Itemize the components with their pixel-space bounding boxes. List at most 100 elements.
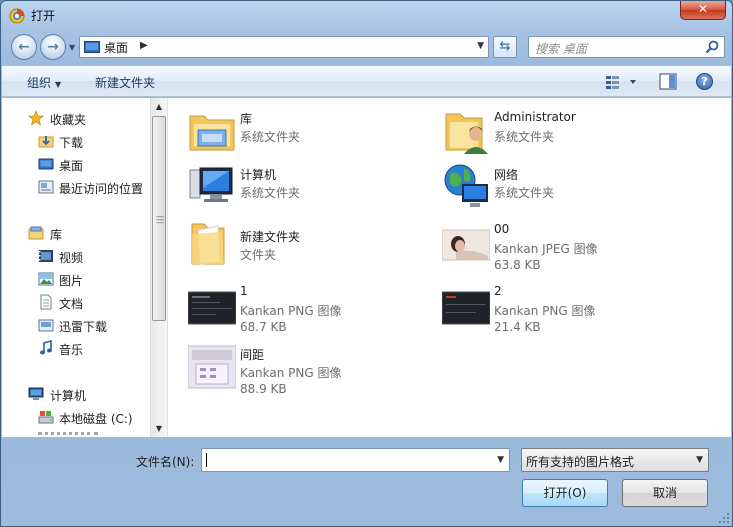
preview-pane-icon[interactable]: [659, 73, 677, 90]
drive-icon: [38, 411, 54, 424]
search-placeholder[interactable]: 搜索 桌面: [535, 40, 587, 57]
close-icon: ✕: [697, 2, 709, 16]
file-item-new-folder[interactable]: 新建文件夹 文件夹: [168, 214, 418, 270]
chevron-down-icon: ▼: [55, 80, 62, 89]
close-button[interactable]: ✕: [680, 1, 726, 20]
sidebar-item-downloads[interactable]: 下载: [2, 131, 150, 151]
file-size: 63.8 KB: [494, 258, 541, 272]
file-item-network[interactable]: 网络 系统文件夹: [422, 158, 672, 214]
sidebar-item-label: 图片: [59, 274, 84, 288]
app-icon: [9, 8, 25, 24]
network-icon: [444, 164, 488, 207]
computer-icon: [28, 387, 44, 400]
sidebar-clipped-item: [38, 432, 98, 437]
download-folder-icon: [38, 136, 54, 148]
organize-button[interactable]: 组织 ▼: [27, 74, 61, 91]
resize-grip-icon[interactable]: [718, 512, 730, 524]
document-icon: [40, 294, 52, 310]
search-box[interactable]: 搜索 桌面: [528, 36, 725, 58]
open-button[interactable]: 打开(O): [522, 479, 608, 507]
file-size: 88.9 KB: [240, 382, 287, 396]
address-bar[interactable]: 桌面 ▶ ▼: [79, 36, 489, 58]
file-type: 文件夹: [240, 248, 277, 262]
sidebar-item-thunder-downloads[interactable]: 迅雷下载: [2, 315, 150, 335]
organize-label: 组织: [27, 76, 52, 90]
file-name: 1: [240, 284, 248, 298]
sidebar-item-label: 计算机: [50, 389, 87, 403]
filename-dropdown-icon[interactable]: ▼: [497, 455, 504, 465]
user-folder-icon: [445, 113, 488, 154]
file-type: Kankan PNG 图像: [240, 366, 342, 380]
chevron-down-icon[interactable]: ▼: [696, 455, 703, 465]
music-icon: [40, 340, 52, 355]
address-location[interactable]: 桌面: [104, 39, 128, 56]
file-name: 网络: [494, 168, 519, 182]
file-type: Kankan JPEG 图像: [494, 242, 598, 256]
star-icon: [28, 110, 44, 126]
file-item-libraries[interactable]: 库 系统文件夹: [168, 102, 418, 158]
sidebar-item-videos[interactable]: 视频: [2, 246, 150, 266]
image-thumbnail-icon: [188, 291, 236, 325]
file-type: Kankan PNG 图像: [240, 304, 342, 318]
file-item-1[interactable]: 1 Kankan PNG 图像 68.7 KB: [168, 276, 418, 334]
sidebar-item-label: 音乐: [59, 343, 84, 357]
scroll-down-icon[interactable]: ▼: [151, 420, 167, 437]
image-thumbnail-icon: [188, 345, 236, 389]
sidebar-item-local-disk-c[interactable]: 本地磁盘 (C:): [2, 407, 150, 427]
navigation-scrollbar[interactable]: ▲ — — — ▼: [150, 98, 167, 437]
sidebar-item-pictures[interactable]: 图片: [2, 269, 150, 289]
file-type: 系统文件夹: [494, 130, 555, 144]
new-folder-button[interactable]: 新建文件夹: [95, 74, 155, 91]
recent-pages-dropdown-icon[interactable]: ▼: [69, 43, 75, 52]
arrow-left-icon: ←: [18, 39, 30, 55]
sidebar-item-favorites[interactable]: 收藏夹: [2, 108, 150, 128]
sidebar-item-music[interactable]: 音乐: [2, 338, 150, 358]
file-list[interactable]: 库 系统文件夹 Administrator 系统文件夹 计算机 系统文件夹 网络…: [168, 98, 731, 437]
file-type: Kankan PNG 图像: [494, 304, 596, 318]
file-item-spacing[interactable]: 间距 Kankan PNG 图像 88.9 KB: [168, 338, 418, 396]
sidebar-item-label: 本地磁盘 (C:): [59, 412, 133, 426]
scroll-thumb[interactable]: — — —: [152, 116, 166, 321]
file-type: 系统文件夹: [494, 186, 555, 200]
filename-input[interactable]: ▼: [201, 448, 510, 472]
sidebar-item-label: 收藏夹: [50, 113, 87, 127]
help-button[interactable]: ?: [696, 73, 713, 90]
file-type: 系统文件夹: [240, 186, 301, 200]
breadcrumb-arrow-icon[interactable]: ▶: [140, 40, 148, 51]
computer-icon: [189, 167, 233, 202]
sidebar-item-label: 视频: [59, 251, 84, 265]
sidebar-item-computer[interactable]: 计算机: [2, 384, 150, 404]
sidebar-item-desktop[interactable]: 桌面: [2, 154, 150, 174]
navigation-pane[interactable]: 收藏夹 下载 桌面 最近访问的位置 库 视频 图片 文档 迅雷下载 音乐 计算机…: [2, 98, 150, 437]
file-size: 21.4 KB: [494, 320, 541, 334]
library-folder-icon: [189, 115, 235, 151]
dialog-body: 收藏夹 下载 桌面 最近访问的位置 库 视频 图片 文档 迅雷下载 音乐 计算机…: [2, 98, 731, 437]
change-view-button[interactable]: [604, 74, 640, 90]
file-type-filter[interactable]: 所有支持的图片格式 ▼: [521, 448, 709, 472]
forward-button[interactable]: →: [40, 34, 66, 60]
sidebar-item-recent-places[interactable]: 最近访问的位置: [2, 177, 150, 197]
title-bar[interactable]: 打开 ✕: [1, 1, 732, 31]
refresh-button[interactable]: ⇆: [493, 36, 517, 58]
sidebar-item-libraries[interactable]: 库: [2, 223, 150, 243]
file-item-00[interactable]: 00 Kankan JPEG 图像 63.8 KB: [422, 214, 672, 272]
file-item-computer[interactable]: 计算机 系统文件夹: [168, 158, 418, 214]
filename-label: 文件名(N):: [136, 455, 195, 469]
file-name: Administrator: [494, 110, 576, 124]
window-title: 打开: [31, 9, 56, 23]
back-button[interactable]: ←: [11, 34, 37, 60]
file-size: 68.7 KB: [240, 320, 287, 334]
sidebar-item-label: 下载: [59, 136, 84, 150]
address-dropdown-icon[interactable]: ▼: [477, 41, 484, 51]
sidebar-item-label: 迅雷下载: [59, 320, 108, 334]
thunder-download-icon: [38, 319, 54, 332]
sidebar-item-documents[interactable]: 文档: [2, 292, 150, 312]
file-name: 新建文件夹: [240, 230, 301, 244]
file-item-2[interactable]: 2 Kankan PNG 图像 21.4 KB: [422, 276, 672, 334]
cancel-button[interactable]: 取消: [622, 479, 708, 507]
file-type-filter-value: 所有支持的图片格式: [526, 455, 635, 469]
file-name: 计算机: [240, 168, 277, 182]
file-item-administrator[interactable]: Administrator 系统文件夹: [422, 102, 672, 158]
scroll-up-icon[interactable]: ▲: [151, 98, 167, 115]
search-icon[interactable]: [704, 39, 720, 55]
